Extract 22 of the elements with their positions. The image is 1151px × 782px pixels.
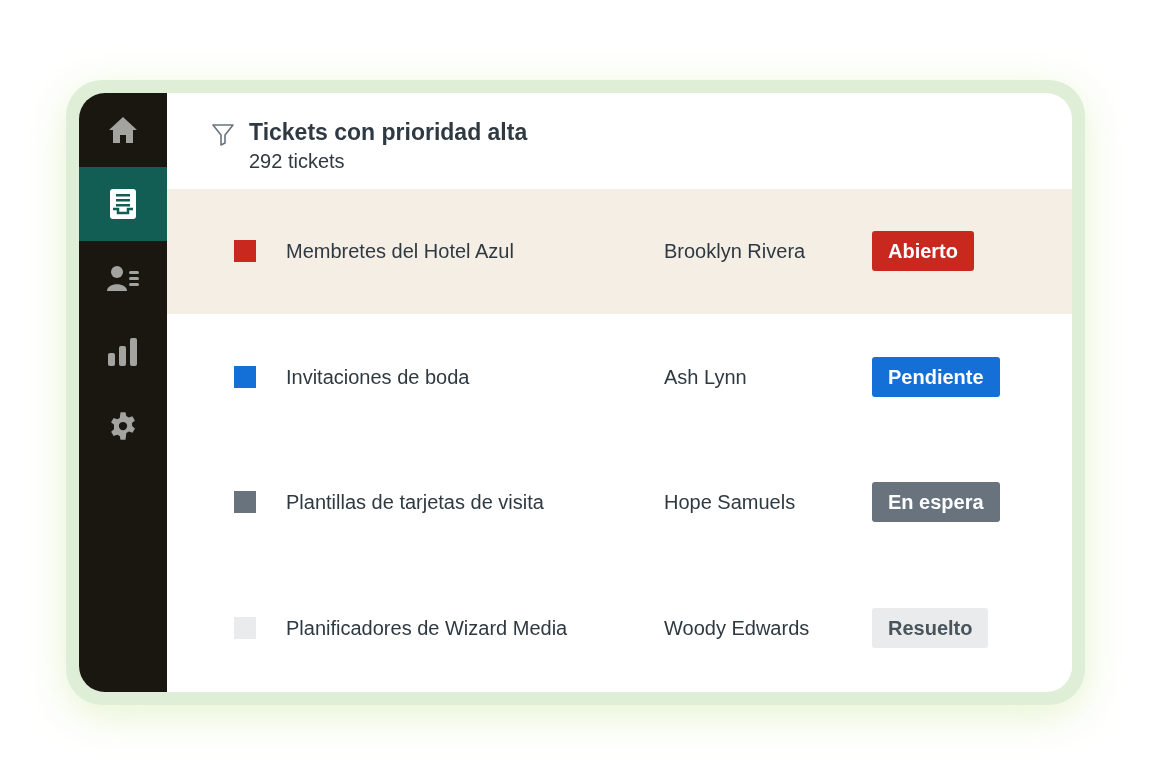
ticket-subject: Planificadores de Wizard Media — [286, 615, 569, 641]
inbox-icon — [110, 188, 136, 219]
status-badge: Abierto — [872, 231, 974, 272]
assignee-name: Woody Edwards — [664, 615, 811, 641]
status-badge: Resuelto — [872, 607, 989, 648]
contacts-icon — [107, 264, 139, 291]
ticket-count: 292 tickets — [249, 148, 346, 174]
assignee-name: Hope Samuels — [664, 490, 797, 516]
status-badge: En espera — [872, 482, 1000, 523]
ticket-subject: Membretes del Hotel Azul — [286, 239, 515, 265]
settings-icon — [108, 410, 138, 441]
home-icon — [108, 115, 138, 144]
list-title: Tickets con prioridad alta — [249, 117, 528, 146]
ticket-subject: Invitaciones de boda — [286, 364, 471, 390]
filter-icon[interactable] — [211, 121, 235, 146]
sidebar-item[interactable] — [79, 166, 167, 241]
ticket-row[interactable]: Membretes del Hotel Azul Brooklyn Rivera Abierto — [167, 188, 1072, 314]
assignee-name: Ash Lynn — [664, 364, 748, 390]
assignee-name: Brooklyn Rivera — [664, 239, 807, 265]
bar-chart-icon — [108, 337, 138, 366]
ticket-subject: Plantillas de tarjetas de visita — [286, 490, 545, 516]
status-badge: Pendiente — [872, 356, 1000, 397]
